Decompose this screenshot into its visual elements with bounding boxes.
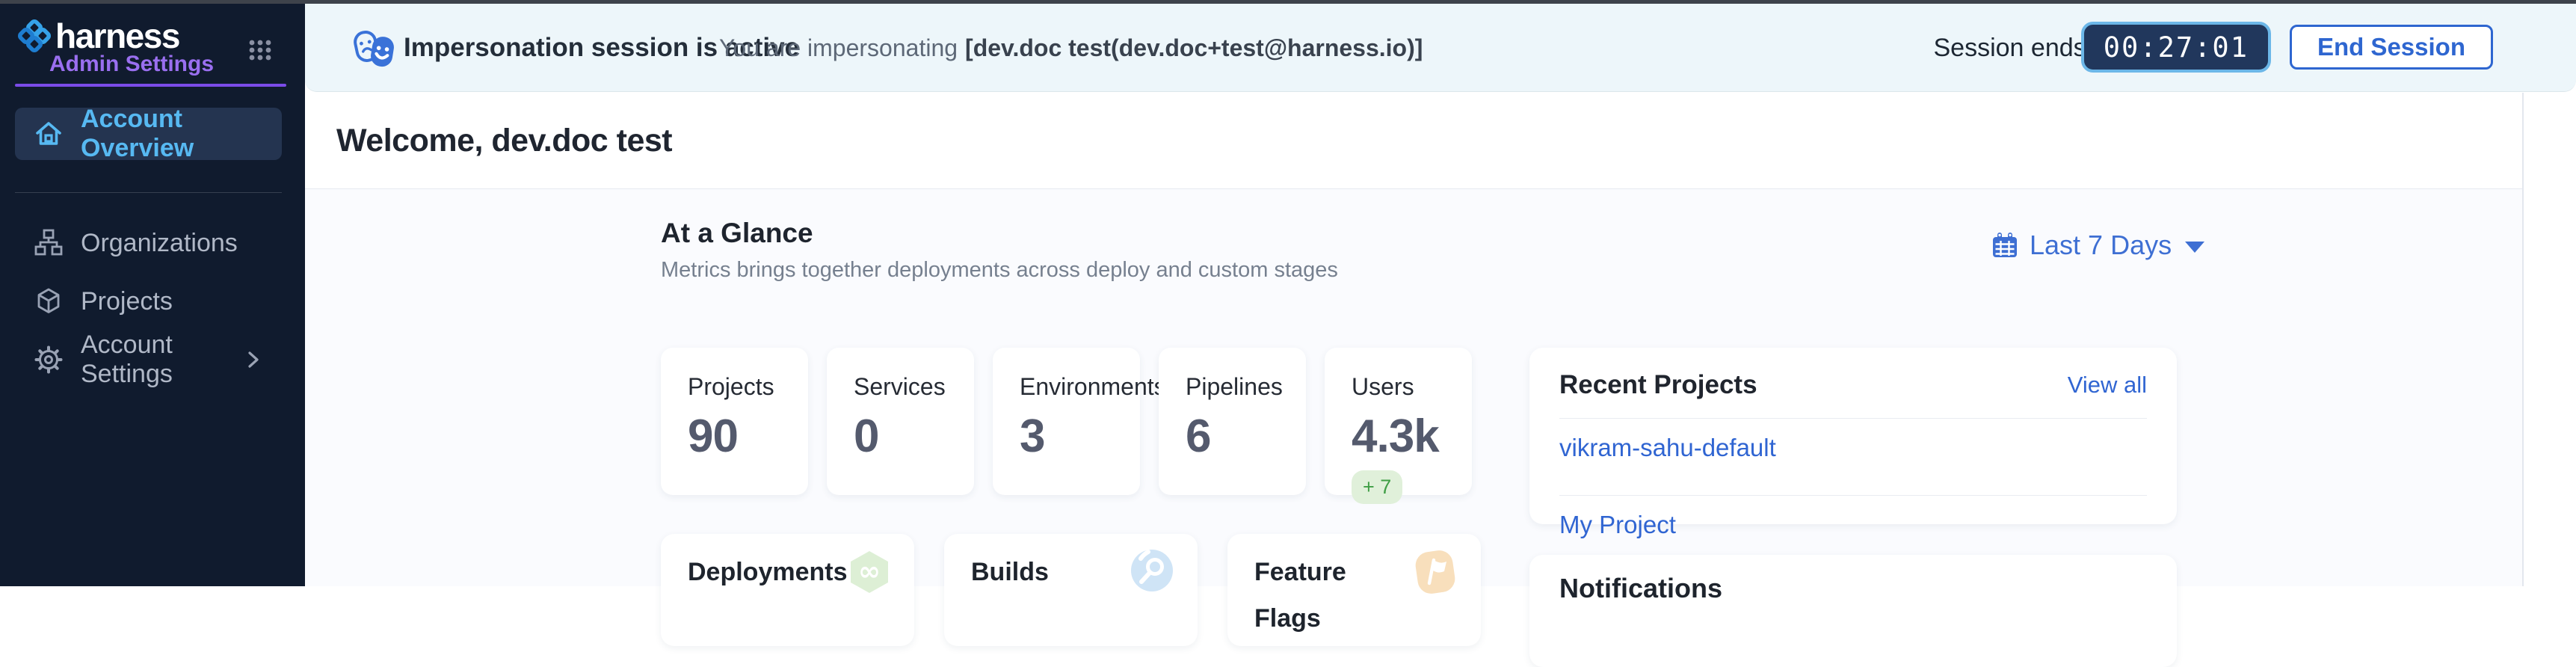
- sidebar-item-label: Account Settings: [81, 331, 244, 389]
- impersonated-user: [dev.doc test(dev.doc+test@harness.io)]: [965, 34, 1423, 62]
- sidebar-nav-list: Organizations Projects: [15, 215, 282, 390]
- recent-projects-card: Recent Projects View all vikram-sahu-def…: [1529, 348, 2177, 524]
- module-card-feature-flags[interactable]: Feature Flags: [1227, 534, 1481, 646]
- date-range-picker[interactable]: Last 7 Days: [1991, 230, 2204, 261]
- module-label: Builds: [971, 549, 1049, 595]
- caret-down-icon: [2185, 242, 2204, 253]
- stats-row: Projects 90 Services 0 Environments 3 Pi…: [661, 348, 1472, 495]
- page-title: Welcome, dev.doc test: [336, 123, 672, 159]
- at-a-glance-header: At a Glance Metrics brings together depl…: [661, 218, 1338, 283]
- stat-label: Services: [854, 373, 974, 401]
- module-card-builds[interactable]: Builds: [944, 534, 1198, 646]
- stat-value: 90: [688, 410, 808, 463]
- home-icon: [33, 118, 64, 150]
- date-range-label: Last 7 Days: [2030, 230, 2172, 261]
- recent-projects-title: Recent Projects: [1559, 370, 1757, 400]
- stat-value: 4.3k: [1352, 410, 1472, 463]
- deployments-icon: ∞: [848, 549, 891, 595]
- at-a-glance-subtitle: Metrics brings together deployments acro…: [661, 258, 1338, 283]
- welcome-header: Welcome, dev.doc test: [305, 93, 2522, 189]
- stat-value: 6: [1186, 410, 1306, 463]
- theater-masks-icon: [351, 28, 398, 70]
- modules-row: Deployments ∞ Builds: [661, 534, 1481, 646]
- admin-settings-label: Admin Settings: [49, 52, 214, 77]
- svg-text:∞: ∞: [858, 556, 881, 587]
- stat-label: Pipelines: [1186, 373, 1306, 401]
- module-label: Feature Flags: [1254, 549, 1414, 642]
- module-card-deployments[interactable]: Deployments ∞: [661, 534, 914, 646]
- sidebar: harness Admin Settings Account Overview: [0, 4, 305, 586]
- sidebar-divider: [15, 192, 282, 193]
- impersonation-subtitle: You are impersonating [dev.doc test(dev.…: [719, 4, 1423, 92]
- project-link[interactable]: vikram-sahu-default: [1559, 434, 1776, 461]
- stat-card-pipelines[interactable]: Pipelines 6: [1159, 348, 1306, 495]
- stat-card-services[interactable]: Services 0: [827, 348, 974, 495]
- gear-icon: [33, 344, 64, 375]
- calendar-icon: [1991, 231, 2019, 259]
- at-a-glance-title: At a Glance: [661, 218, 1338, 249]
- users-delta-badge: + 7: [1352, 470, 1402, 504]
- notifications-card: Notifications: [1529, 555, 2177, 667]
- builds-icon: [1130, 549, 1174, 592]
- view-all-link[interactable]: View all: [2068, 372, 2147, 399]
- brand-text: harness: [55, 16, 179, 56]
- organizations-icon: [33, 227, 64, 259]
- sidebar-item-projects[interactable]: Projects: [15, 274, 282, 329]
- notifications-title: Notifications: [1559, 573, 2147, 604]
- stat-card-users[interactable]: Users 4.3k + 7: [1325, 348, 1472, 495]
- sidebar-item-account-settings[interactable]: Account Settings: [15, 332, 282, 387]
- window-top-strip: [0, 0, 2576, 4]
- stat-label: Users: [1352, 373, 1472, 401]
- dashboard-content: At a Glance Metrics brings together depl…: [305, 189, 2522, 586]
- impersonation-prefix: You are impersonating: [719, 34, 958, 62]
- apps-grid-icon[interactable]: [247, 39, 273, 63]
- chevron-right-icon[interactable]: [244, 348, 264, 371]
- list-item: My Project: [1559, 496, 2147, 554]
- end-session-button[interactable]: End Session: [2290, 25, 2493, 70]
- cube-icon: [33, 286, 64, 317]
- stat-label: Projects: [688, 373, 808, 401]
- impersonation-banner: Impersonation session is active You are …: [305, 4, 2576, 92]
- stat-card-projects[interactable]: Projects 90: [661, 348, 808, 495]
- stat-value: 0: [854, 410, 974, 463]
- module-label: Deployments: [688, 549, 848, 595]
- feature-flags-icon: [1414, 549, 1457, 595]
- stat-label: Environments: [1020, 373, 1140, 401]
- recent-projects-header: Recent Projects View all: [1559, 370, 2147, 400]
- sidebar-item-organizations[interactable]: Organizations: [15, 215, 282, 271]
- main-area: Welcome, dev.doc test At a Glance Metric…: [305, 93, 2524, 586]
- harness-logo-icon: [16, 18, 52, 54]
- brand-underline: [15, 84, 286, 87]
- project-link[interactable]: My Project: [1559, 511, 1676, 538]
- sidebar-item-label: Projects: [81, 287, 173, 316]
- sidebar-item-account-overview[interactable]: Account Overview: [15, 108, 282, 160]
- session-timer: 00:27:01: [2081, 22, 2271, 73]
- harness-logo: harness: [16, 16, 179, 56]
- list-item: vikram-sahu-default: [1559, 419, 2147, 477]
- stat-value: 3: [1020, 410, 1140, 463]
- stat-card-environments[interactable]: Environments 3: [993, 348, 1140, 495]
- sidebar-item-label: Account Overview: [81, 105, 264, 163]
- sidebar-item-label: Organizations: [81, 229, 238, 258]
